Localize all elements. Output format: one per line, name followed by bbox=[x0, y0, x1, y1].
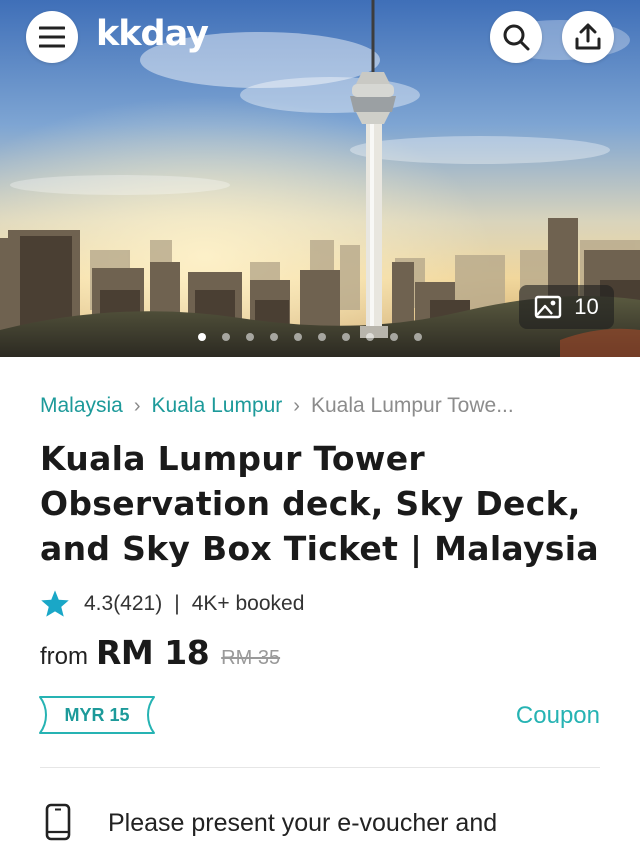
carousel-dot[interactable] bbox=[318, 333, 326, 341]
carousel-dot[interactable] bbox=[414, 333, 422, 341]
phone-icon bbox=[45, 803, 71, 841]
current-price: RM 18 bbox=[96, 633, 210, 672]
carousel-dot[interactable] bbox=[366, 333, 374, 341]
carousel-indicators bbox=[198, 333, 422, 341]
breadcrumb-current: Kuala Lumpur Towe... bbox=[310, 394, 514, 417]
photo-count: 10 bbox=[574, 294, 599, 319]
original-price: RM 35 bbox=[221, 647, 281, 669]
breadcrumb-city[interactable]: Kuala Lumpur bbox=[152, 394, 283, 418]
carousel-dot-active[interactable] bbox=[198, 333, 206, 341]
section-divider bbox=[40, 767, 600, 768]
hamburger-menu-icon bbox=[39, 26, 65, 48]
price-prefix: from bbox=[40, 643, 88, 670]
breadcrumb: Malaysia › Kuala Lumpur › Kuala Lumpur T… bbox=[40, 394, 610, 418]
hero-image[interactable]: kkday 10 bbox=[0, 0, 640, 357]
carousel-dot[interactable] bbox=[270, 333, 278, 341]
voucher-info-text: Please present your e-voucher and bbox=[108, 809, 498, 837]
carousel-dot[interactable] bbox=[390, 333, 398, 341]
coupon-amount: MYR 15 bbox=[64, 704, 130, 725]
image-icon bbox=[535, 295, 562, 319]
search-button[interactable] bbox=[490, 11, 542, 63]
carousel-dot[interactable] bbox=[342, 333, 350, 341]
coupon-tag[interactable]: MYR 15 bbox=[38, 695, 156, 735]
menu-button[interactable] bbox=[26, 11, 78, 63]
rating-value[interactable]: 4.3(421) bbox=[84, 592, 162, 616]
search-icon bbox=[503, 24, 530, 51]
voucher-info: Please present your e-voucher and bbox=[44, 803, 578, 843]
chevron-right-icon: › bbox=[133, 394, 141, 417]
share-button[interactable] bbox=[562, 11, 614, 63]
coupon-link[interactable]: Coupon bbox=[516, 702, 600, 730]
chevron-right-icon: › bbox=[293, 394, 300, 417]
carousel-dot[interactable] bbox=[294, 333, 302, 341]
carousel-dot[interactable] bbox=[246, 333, 254, 341]
booked-count: 4K+ booked bbox=[191, 591, 305, 615]
kkday-logo[interactable]: kkday bbox=[96, 14, 209, 54]
carousel-dot[interactable] bbox=[222, 333, 230, 341]
product-title: Kuala Lumpur Tower Observation deck, Sky… bbox=[40, 439, 599, 568]
rating-divider: | bbox=[174, 591, 180, 615]
price-row: from RM 18 RM 35 bbox=[40, 633, 280, 672]
star-icon bbox=[41, 590, 69, 617]
rating-row: 4.3(421) | 4K+ booked bbox=[40, 589, 304, 618]
share-upload-icon bbox=[575, 23, 601, 50]
photo-gallery-button[interactable]: 10 bbox=[519, 285, 614, 329]
breadcrumb-country[interactable]: Malaysia bbox=[40, 394, 123, 418]
